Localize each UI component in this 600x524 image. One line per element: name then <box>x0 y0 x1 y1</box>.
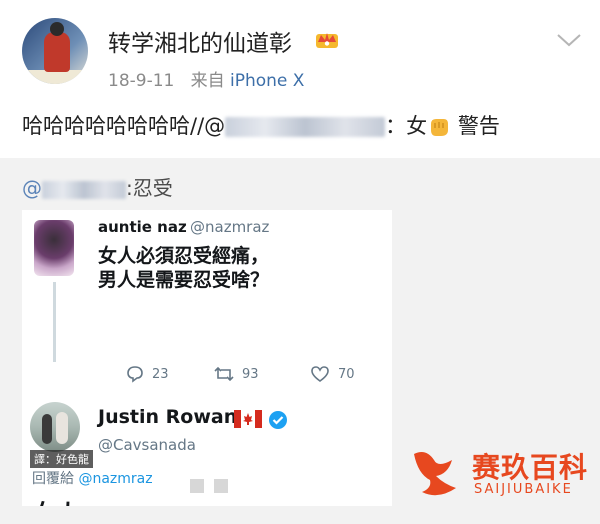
post-text-start: 哈哈哈哈哈哈哈哈//@ <box>22 114 226 138</box>
tweet-body-line1: 女人必須忍受經痛， <box>98 245 270 267</box>
brand-logo-icon <box>414 452 456 496</box>
like-count: 70 <box>338 366 355 382</box>
tweet-image[interactable]: auntie naz @nazmraz 女人必須忍受經痛， 男人是需要忍受啥？ … <box>22 210 392 506</box>
brand-watermark: 赛玖百科 SAIJIUBAIKE <box>408 440 590 506</box>
brand-name-en: SAIJIUBAIKE <box>474 482 573 497</box>
redacted-repost-user <box>42 180 126 199</box>
post-date: 18-9-11 <box>108 71 175 91</box>
tweet-actions: 23 93 70 <box>98 362 392 386</box>
avatar[interactable] <box>22 18 88 84</box>
retweet-action: 93 <box>214 362 259 386</box>
tweet-author1-handle: @nazmraz <box>190 218 270 236</box>
redacted-username <box>225 117 386 137</box>
thread-line <box>53 282 56 362</box>
post-meta: 18-9-11 来自 iPhone X <box>108 66 304 91</box>
translator-watermark: 譯：好色龍 <box>30 450 93 468</box>
repost-body: :忍受 <box>126 176 173 200</box>
tweet-body-line2: 男人是需要忍受啥？ <box>98 269 270 291</box>
tweet-author2-avatar <box>30 402 80 452</box>
repost-at[interactable]: @ <box>22 176 42 200</box>
post-header: 转学湘北的仙道彰 18-9-11 来自 iPhone X <box>0 0 600 100</box>
reply-icon <box>127 366 143 383</box>
post-text: 哈哈哈哈哈哈哈哈//@ ：女 警告 <box>22 110 500 140</box>
tweet-author2-handle: @Cavsanada <box>98 436 196 454</box>
heart-icon <box>311 366 329 382</box>
repost-text: @ :忍受 <box>22 172 173 201</box>
reply-to-prefix: 回覆給 <box>32 471 74 487</box>
post-text-end: ：女 <box>385 114 428 138</box>
retweet-icon <box>214 366 234 382</box>
pager-dot <box>214 479 228 493</box>
tweet-author1-avatar <box>34 220 74 276</box>
reply-action: 23 <box>126 362 169 386</box>
retweet-count: 93 <box>242 366 259 382</box>
pager-dot <box>190 479 204 493</box>
username[interactable]: 转学湘北的仙道彰 <box>108 24 292 58</box>
source-prefix: 来自 <box>190 71 225 91</box>
fist-icon <box>431 119 449 136</box>
reply-to-handle: @nazmraz <box>78 471 153 487</box>
brand-name: 赛玖百科 <box>472 451 589 484</box>
reply-body: 女人 <box>32 494 80 506</box>
chevron-down-icon[interactable] <box>556 32 582 48</box>
tweet-body: 女人必須忍受經痛， 男人是需要忍受啥？ <box>98 244 269 292</box>
post-text-warning: 警告 <box>457 114 500 138</box>
flag-icon <box>234 410 262 428</box>
tweet-author1-name: auntie naz <box>98 218 187 236</box>
like-action: 70 <box>310 362 355 386</box>
post-source[interactable]: iPhone X <box>230 71 304 91</box>
image-pager <box>190 478 270 493</box>
verified-icon <box>269 411 287 429</box>
reply-count: 23 <box>152 366 169 382</box>
tweet-author2-name: Justin Rowan <box>98 406 238 428</box>
reply-to: 回覆給 @nazmraz <box>32 468 153 488</box>
crown-icon <box>316 33 338 48</box>
